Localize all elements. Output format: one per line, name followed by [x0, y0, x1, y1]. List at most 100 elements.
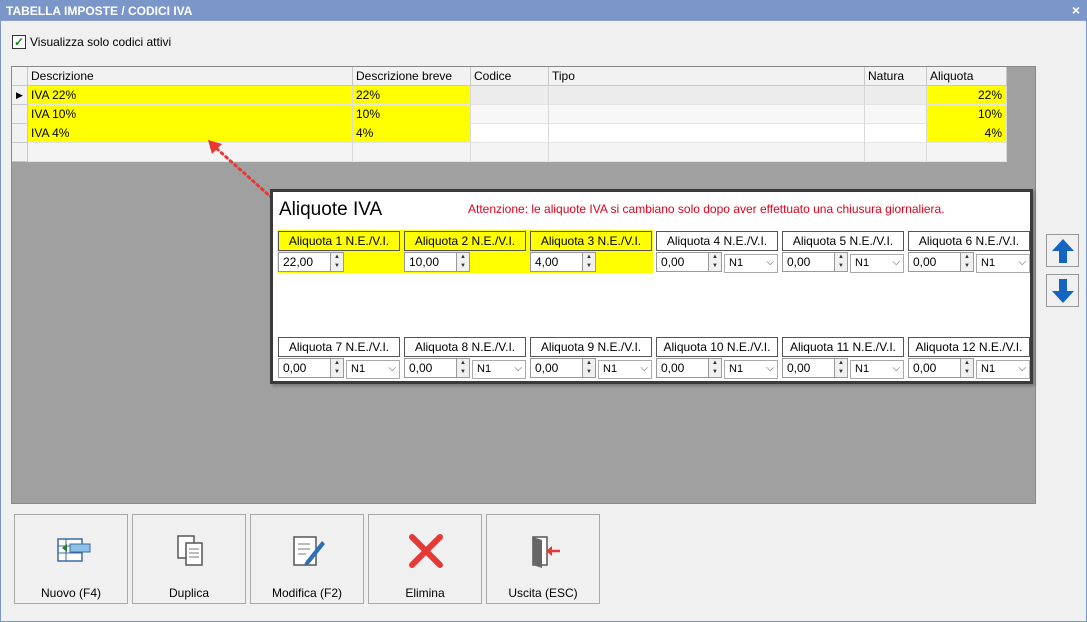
rate-7-label: Aliquota 7 N.E./V.I.: [278, 337, 400, 357]
rate-3-input[interactable]: 4,00: [530, 252, 585, 272]
new-row-cell[interactable]: [927, 143, 1007, 162]
rate-5-natura-value: N1: [855, 257, 870, 269]
table-cell-tipo[interactable]: [549, 105, 865, 124]
rate-1: Aliquota 1 N.E./V.I. 22,00 ▲ ▼: [278, 231, 400, 272]
spin-buttons-icon[interactable]: ▲ ▼: [960, 252, 974, 272]
duplicate-button-label: Duplica: [168, 586, 210, 600]
table-cell-codice[interactable]: [471, 105, 549, 124]
spin-buttons-icon[interactable]: ▲ ▼: [708, 358, 722, 378]
rate-12-natura-select[interactable]: N1 ⌵: [976, 360, 1030, 379]
new-row-cell[interactable]: [549, 143, 865, 162]
table-cell-breve[interactable]: 22%: [353, 86, 471, 105]
exit-icon: [532, 536, 560, 568]
table-cell-natura[interactable]: [865, 124, 927, 143]
rate-9-label: Aliquota 9 N.E./V.I.: [530, 337, 652, 357]
active-codes-checkbox[interactable]: ✓: [12, 35, 26, 49]
duplicate-button[interactable]: Duplica: [132, 514, 246, 604]
window-title-bar: TABELLA IMPOSTE / CODICI IVA ×: [0, 0, 1087, 21]
table-cell-codice[interactable]: [471, 124, 549, 143]
rate-2-input[interactable]: 10,00: [404, 252, 459, 272]
col-header-aliquota[interactable]: Aliquota: [927, 67, 1007, 86]
rate-11: Aliquota 11 N.E./V.I. 0,00 ▲ ▼ N1 ⌵: [782, 337, 904, 379]
table-cell-natura[interactable]: [865, 86, 927, 105]
edit-button[interactable]: Modifica (F2): [250, 514, 364, 604]
table-cell-aliquota[interactable]: 22%: [927, 86, 1007, 105]
rate-12-natura-value: N1: [981, 363, 996, 375]
rate-7: Aliquota 7 N.E./V.I. 0,00 ▲ ▼ N1 ⌵: [278, 337, 400, 379]
chevron-down-icon: ⌵: [892, 257, 900, 268]
rate-5-input[interactable]: 0,00: [782, 252, 837, 272]
spin-buttons-icon[interactable]: ▲ ▼: [456, 358, 470, 378]
move-up-button[interactable]: [1046, 234, 1079, 267]
col-header-descrizione[interactable]: Descrizione: [28, 67, 353, 86]
close-icon[interactable]: ×: [1072, 1, 1080, 20]
spin-buttons-icon[interactable]: ▲ ▼: [582, 252, 596, 272]
rate-8-input[interactable]: 0,00: [404, 358, 459, 378]
popup-title: Aliquote IVA: [279, 199, 383, 220]
spin-buttons-icon[interactable]: ▲ ▼: [330, 252, 344, 272]
new-row-cell[interactable]: [865, 143, 927, 162]
row-indicator[interactable]: [12, 124, 28, 143]
new-row-cell[interactable]: [471, 143, 549, 162]
active-codes-filter[interactable]: ✓ Visualizza solo codici attivi: [12, 34, 171, 50]
new-row-cell[interactable]: [353, 143, 471, 162]
row-indicator[interactable]: [12, 105, 28, 124]
rate-4-input[interactable]: 0,00: [656, 252, 711, 272]
rate-1-input[interactable]: 22,00: [278, 252, 333, 272]
table-cell-tipo[interactable]: [549, 86, 865, 105]
rate-8-natura-select[interactable]: N1 ⌵: [472, 360, 526, 379]
rate-10-input[interactable]: 0,00: [656, 358, 711, 378]
rate-10-natura-select[interactable]: N1 ⌵: [724, 360, 778, 379]
spin-buttons-icon[interactable]: ▲ ▼: [582, 358, 596, 378]
col-header-codice[interactable]: Codice: [471, 67, 549, 86]
spin-buttons-icon[interactable]: ▲ ▼: [456, 252, 470, 272]
table-cell-descrizione[interactable]: IVA 22%: [28, 86, 353, 105]
spin-buttons-icon[interactable]: ▲ ▼: [330, 358, 344, 378]
new-button-label: Nuovo (F4): [40, 586, 102, 600]
rate-7-input[interactable]: 0,00: [278, 358, 333, 378]
spin-buttons-icon[interactable]: ▲ ▼: [834, 358, 848, 378]
rate-12-label: Aliquota 12 N.E./V.I.: [908, 337, 1030, 357]
table-cell-descrizione[interactable]: IVA 10%: [28, 105, 353, 124]
rate-12: Aliquota 12 N.E./V.I. 0,00 ▲ ▼ N1 ⌵: [908, 337, 1030, 379]
spin-buttons-icon[interactable]: ▲ ▼: [960, 358, 974, 378]
table-cell-codice[interactable]: [471, 86, 549, 105]
col-header-descrizione-breve[interactable]: Descrizione breve: [353, 67, 471, 86]
new-button[interactable]: Nuovo (F4): [14, 514, 128, 604]
table-cell-descrizione[interactable]: IVA 4%: [28, 124, 353, 143]
rate-3-label: Aliquota 3 N.E./V.I.: [530, 231, 652, 251]
table-cell-tipo[interactable]: [549, 124, 865, 143]
current-row-indicator[interactable]: ▶: [12, 86, 28, 105]
vat-grid[interactable]: Descrizione Descrizione breve Codice Tip…: [12, 67, 1007, 162]
active-codes-label[interactable]: Visualizza solo codici attivi: [30, 35, 171, 49]
table-cell-breve[interactable]: 4%: [353, 124, 471, 143]
exit-button[interactable]: Uscita (ESC): [486, 514, 600, 604]
rate-12-input[interactable]: 0,00: [908, 358, 963, 378]
move-down-button[interactable]: [1046, 274, 1079, 307]
rate-11-input[interactable]: 0,00: [782, 358, 837, 378]
new-row-cell[interactable]: [28, 143, 353, 162]
col-header-tipo[interactable]: Tipo: [549, 67, 865, 86]
rate-9-natura-select[interactable]: N1 ⌵: [598, 360, 652, 379]
rate-11-natura-select[interactable]: N1 ⌵: [850, 360, 904, 379]
col-header-natura[interactable]: Natura: [865, 67, 927, 86]
rate-9-input[interactable]: 0,00: [530, 358, 585, 378]
rate-6-input[interactable]: 0,00: [908, 252, 963, 272]
rate-6-natura-select[interactable]: N1 ⌵: [976, 254, 1030, 273]
rate-10-label: Aliquota 10 N.E./V.I.: [656, 337, 778, 357]
rate-8: Aliquota 8 N.E./V.I. 0,00 ▲ ▼ N1 ⌵: [404, 337, 526, 379]
rate-5-natura-select[interactable]: N1 ⌵: [850, 254, 904, 273]
spin-buttons-icon[interactable]: ▲ ▼: [708, 252, 722, 272]
new-row-indicator[interactable]: [12, 143, 28, 162]
table-cell-aliquota[interactable]: 4%: [927, 124, 1007, 143]
table-cell-breve[interactable]: 10%: [353, 105, 471, 124]
spin-buttons-icon[interactable]: ▲ ▼: [834, 252, 848, 272]
rate-6-label: Aliquota 6 N.E./V.I.: [908, 231, 1030, 251]
chevron-down-icon: ⌵: [892, 363, 900, 374]
delete-button[interactable]: Elimina: [368, 514, 482, 604]
table-cell-aliquota[interactable]: 10%: [927, 105, 1007, 124]
rate-7-natura-select[interactable]: N1 ⌵: [346, 360, 400, 379]
rate-4-natura-select[interactable]: N1 ⌵: [724, 254, 778, 273]
table-cell-natura[interactable]: [865, 105, 927, 124]
rate-6-natura-value: N1: [981, 257, 996, 269]
